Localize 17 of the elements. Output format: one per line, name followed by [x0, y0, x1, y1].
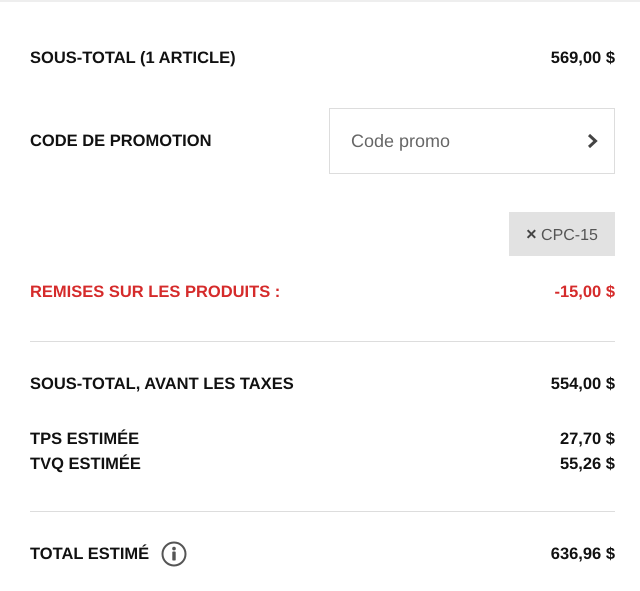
summary-label: SOUS-TOTAL, AVANT LES TAXES — [30, 374, 294, 394]
summary-amount: -15,00 $ — [554, 282, 615, 302]
summary-amount: 554,00 $ — [550, 374, 615, 394]
summary-label: TPS ESTIMÉE — [30, 430, 140, 448]
promo-code-field[interactable]: Code promo — [329, 108, 615, 174]
chevron-right-icon[interactable] — [587, 133, 598, 149]
summary-label: REMISES SUR LES PRODUITS : — [30, 282, 280, 302]
summary-label: SOUS-TOTAL (1 ARTICLE) — [30, 48, 236, 68]
applied-promo-tag[interactable]: × CPC-15 — [509, 212, 615, 256]
summary-amount: 55,26 $ — [560, 454, 615, 474]
summary-label: CODE DE PROMOTION — [30, 132, 212, 150]
info-icon[interactable] — [161, 541, 188, 567]
summary-amount: 569,00 $ — [550, 48, 615, 68]
summary-label: TVQ ESTIMÉE — [30, 454, 141, 474]
summary-label: TOTAL ESTIMÉ — [30, 544, 150, 564]
summary-amount: 636,96 $ — [550, 544, 615, 564]
summary-amount: 27,70 $ — [560, 430, 615, 448]
